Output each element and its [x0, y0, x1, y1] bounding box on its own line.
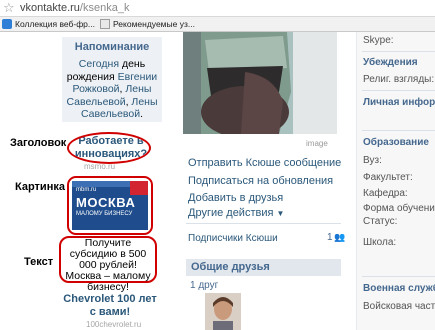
school-label: Школа:: [363, 237, 397, 248]
separator: ,: [119, 83, 123, 95]
study-form-label: Форма обучения:: [363, 203, 435, 214]
chevron-down-icon: ▼: [276, 209, 285, 218]
mutual-friends-header[interactable]: Общие друзья: [186, 259, 341, 276]
skype-label: Skype:: [363, 35, 394, 46]
photo-caption: image: [306, 139, 328, 148]
period: .: [140, 108, 143, 120]
department-label: Кафедра:: [363, 188, 408, 199]
more-actions-dropdown[interactable]: Другие действия ▼: [188, 207, 284, 219]
ad-title[interactable]: Chevrolet 100 лет с вами!: [60, 293, 160, 319]
ad-domain: 100chevrolet.ru: [86, 320, 142, 329]
banner-city: МОСКВА: [76, 195, 136, 210]
divider: [362, 90, 435, 91]
page-icon: [100, 19, 110, 29]
reminder-title: Напоминание: [74, 41, 150, 53]
url-host: vkontakte.ru: [20, 2, 80, 14]
reminder-text: Сегодня день рождения Евгении Рожковой, …: [65, 58, 159, 121]
bookmarks-bar: Коллекция веб-фр... Рекомендуемые уз...: [0, 17, 435, 32]
address-bar[interactable]: ☆ vkontakte.ru/ksenka_k: [0, 0, 435, 17]
separator: ,: [125, 95, 129, 108]
annotation-heading: Заголовок: [10, 137, 67, 149]
banner-tagline: МАЛОМУ БИЗНЕСУ: [76, 211, 133, 217]
subscribers-count: 1: [327, 232, 333, 243]
send-message-link[interactable]: Отправить Ксюше сообщение: [188, 157, 341, 169]
mutual-friends-title: Общие друзья: [191, 261, 270, 273]
bookmark-label: Рекомендуемые уз...: [113, 19, 195, 29]
banner-flag: [130, 181, 148, 195]
birthday-reminder: Напоминание Сегодня день рождения Евгени…: [62, 37, 162, 122]
today-link[interactable]: Сегодня: [79, 58, 119, 70]
ad-banner[interactable]: mbm.ru МОСКВА МАЛОМУ БИЗНЕСУ: [72, 181, 148, 230]
avatar-image: [205, 293, 241, 330]
url-path: /ksenka_k: [79, 2, 130, 14]
military-heading[interactable]: Военная служба: [363, 283, 435, 294]
annotation-text: Текст: [24, 256, 54, 268]
profile-photo[interactable]: [183, 32, 337, 134]
bookmark-item[interactable]: Рекомендуемые уз...: [100, 18, 195, 31]
divider: [362, 51, 435, 52]
status-label: Статус:: [363, 216, 398, 227]
university-label: Вуз:: [363, 155, 382, 166]
religion-label: Религ. взгляды:: [363, 74, 435, 85]
military-unit-label: Войсковая часть:: [363, 301, 435, 312]
subscribe-link[interactable]: Подписаться на обновления: [188, 175, 333, 187]
bookmark-item[interactable]: Коллекция веб-фр...: [2, 18, 95, 31]
bookmark-label: Коллекция веб-фр...: [15, 19, 95, 29]
subscribers-link[interactable]: Подписчики Ксюши: [188, 233, 278, 244]
banner-url: mbm.ru: [76, 187, 97, 193]
ad-title[interactable]: Работаете в инновациях?: [72, 134, 150, 162]
divider: [186, 223, 341, 224]
education-heading[interactable]: Образование: [363, 137, 429, 148]
profile-photo-image: [183, 32, 337, 134]
divider: [362, 130, 435, 131]
ad-text[interactable]: Получите субсидию в 500 000 рублей! Моск…: [61, 238, 155, 293]
personal-info-heading[interactable]: Личная информ: [363, 97, 435, 108]
faculty-label: Факультет:: [363, 172, 413, 183]
url-text[interactable]: vkontakte.ru/ksenka_k: [20, 2, 129, 15]
friend-avatar[interactable]: [205, 293, 241, 330]
star-icon[interactable]: ☆: [3, 0, 15, 16]
friends-count: 1 друг: [190, 280, 219, 291]
ad-domain: msmo.ru: [84, 162, 116, 171]
beliefs-heading[interactable]: Убеждения: [363, 57, 418, 68]
divider: [362, 276, 435, 277]
more-actions-label: Другие действия: [188, 207, 274, 219]
annotation-picture: Картинка: [15, 181, 65, 193]
add-friend-link[interactable]: Добавить в друзья: [188, 192, 283, 204]
people-icon: 👥: [334, 232, 346, 242]
bookmark-icon: [2, 19, 12, 29]
